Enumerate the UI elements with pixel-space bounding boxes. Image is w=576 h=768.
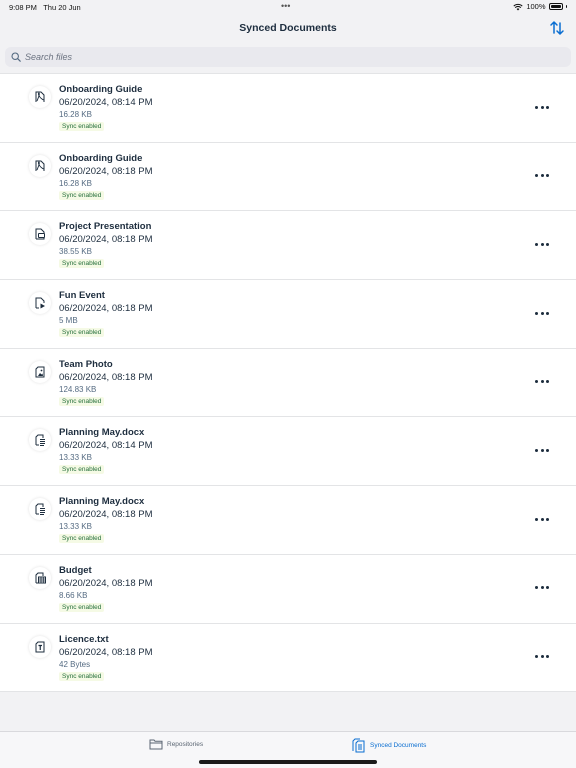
image-icon (29, 360, 51, 383)
file-name: Planning May.docx (59, 496, 145, 508)
search-input[interactable] (25, 52, 545, 62)
synced-documents-icon (352, 738, 365, 753)
folder-icon (149, 739, 163, 750)
presentation-icon (29, 223, 51, 246)
tab-label: Synced Documents (370, 742, 427, 749)
file-size: 42 Bytes (59, 659, 91, 669)
list-item[interactable]: Fun Event 06/20/2024, 08:18 PM 5 MB Sync… (0, 280, 576, 349)
multitasking-dots[interactable]: ••• (281, 1, 290, 11)
sync-status-badge: Sync enabled (59, 671, 105, 681)
wifi-icon (513, 3, 523, 10)
text-file-icon (29, 635, 51, 658)
list-item[interactable]: Onboarding Guide 06/20/2024, 08:14 PM 16… (0, 74, 576, 143)
more-options-icon[interactable] (535, 310, 549, 316)
file-size: 16.28 KB (59, 178, 92, 188)
file-date: 06/20/2024, 08:18 PM (59, 303, 153, 315)
battery-tip (565, 5, 567, 8)
file-name: Onboarding Guide (59, 84, 143, 95)
list-item[interactable]: Planning May.docx 06/20/2024, 08:14 PM 1… (0, 417, 576, 487)
list-item[interactable]: Budget 06/20/2024, 08:18 PM 8.66 KB Sync… (0, 555, 576, 624)
file-size: 13.33 KB (59, 453, 92, 463)
list-item[interactable]: Planning May.docx 06/20/2024, 08:18 PM 1… (0, 486, 576, 555)
document-icon (29, 498, 51, 521)
file-date: 06/20/2024, 08:14 PM (59, 97, 153, 108)
nav-bar: Synced Documents (0, 14, 576, 44)
battery-percent: 100% (526, 2, 546, 11)
sort-arrows-icon[interactable] (548, 19, 566, 37)
more-options-icon[interactable] (535, 447, 549, 453)
file-date: 06/20/2024, 08:18 PM (59, 371, 153, 383)
more-options-icon[interactable] (535, 516, 549, 522)
sync-status-badge: Sync enabled (59, 190, 105, 200)
sync-status-badge: Sync enabled (59, 465, 105, 475)
tab-synced-documents[interactable]: Synced Documents (351, 738, 426, 753)
sync-status-badge: Sync enabled (59, 396, 105, 406)
status-right: 100% (513, 2, 567, 11)
file-size: 8.66 KB (59, 590, 88, 600)
file-date: 06/20/2024, 08:14 PM (59, 440, 153, 452)
tab-repositories[interactable]: Repositories (149, 738, 203, 750)
file-name: Fun Event (59, 290, 105, 302)
file-date: 06/20/2024, 08:18 PM (59, 577, 153, 589)
more-options-icon[interactable] (535, 654, 549, 660)
page-title: Synced Documents (239, 22, 337, 34)
file-size: 5 MB (59, 316, 78, 326)
list-item[interactable]: Team Photo 06/20/2024, 08:18 PM 124.83 K… (0, 349, 576, 418)
sync-status-badge: Sync enabled (59, 259, 105, 269)
sync-status-badge: Sync enabled (59, 328, 105, 338)
status-time: 9:08 PM Thu 20 Jun (9, 3, 81, 12)
sync-status-badge: Sync enabled (59, 602, 105, 612)
file-name: Budget (59, 564, 92, 576)
more-options-icon[interactable] (535, 104, 549, 110)
file-name: Team Photo (59, 358, 113, 370)
file-date: 06/20/2024, 08:18 PM (59, 234, 153, 246)
file-size: 16.28 KB (59, 110, 92, 119)
search-bar[interactable] (5, 47, 571, 67)
list-item[interactable]: Licence.txt 06/20/2024, 08:18 PM 42 Byte… (0, 624, 576, 693)
sync-status-badge: Sync enabled (59, 122, 105, 131)
tab-label: Repositories (167, 740, 204, 748)
file-date: 06/20/2024, 08:18 PM (59, 646, 153, 658)
status-bar: 9:08 PM Thu 20 Jun ••• 100% (0, 0, 576, 14)
file-date: 06/20/2024, 08:18 PM (59, 165, 153, 177)
pdf-icon (29, 86, 51, 108)
file-name: Planning May.docx (59, 427, 145, 439)
more-options-icon[interactable] (535, 173, 549, 179)
more-options-icon[interactable] (535, 379, 549, 385)
sync-status-badge: Sync enabled (59, 534, 105, 544)
file-list: Onboarding Guide 06/20/2024, 08:14 PM 16… (0, 73, 576, 693)
file-size: 13.33 KB (59, 522, 92, 532)
battery-icon (548, 3, 563, 10)
list-item[interactable]: Project Presentation 06/20/2024, 08:18 P… (0, 211, 576, 281)
file-size: 124.83 KB (59, 384, 97, 394)
file-name: Project Presentation (59, 221, 152, 233)
file-name: Onboarding Guide (59, 152, 143, 164)
file-size: 38.55 KB (59, 247, 92, 257)
video-icon (29, 292, 51, 315)
file-name: Licence.txt (59, 633, 109, 645)
list-item[interactable]: Onboarding Guide 06/20/2024, 08:18 PM 16… (0, 143, 576, 212)
home-indicator[interactable] (199, 760, 377, 764)
file-date: 06/20/2024, 08:18 PM (59, 509, 153, 521)
search-icon (11, 52, 21, 62)
more-options-icon[interactable] (535, 585, 549, 591)
spreadsheet-icon (29, 566, 51, 589)
document-icon (29, 429, 51, 452)
more-options-icon[interactable] (535, 241, 549, 247)
pdf-icon (29, 154, 51, 177)
